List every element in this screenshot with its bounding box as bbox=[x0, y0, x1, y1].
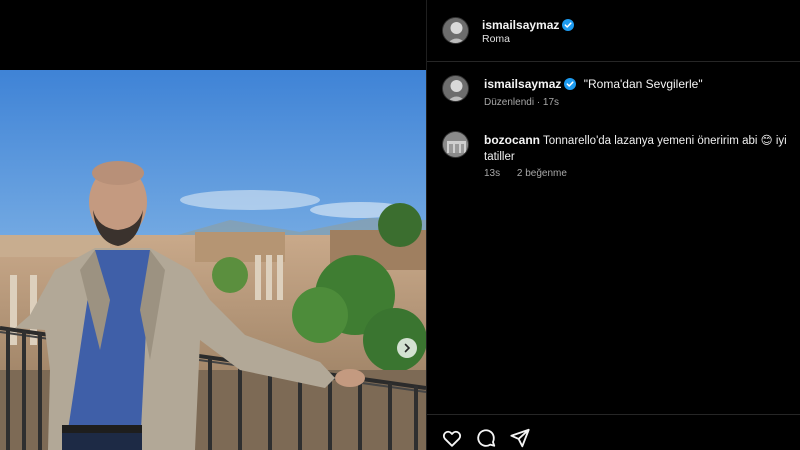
caption-meta: Düzenlendi · 17s bbox=[484, 97, 560, 108]
heart-icon[interactable] bbox=[441, 427, 463, 449]
post-location[interactable]: Roma bbox=[482, 33, 510, 45]
post-header: ismailsaymaz Roma bbox=[427, 0, 800, 62]
action-bar bbox=[427, 414, 800, 450]
author-username[interactable]: ismailsaymaz bbox=[482, 18, 559, 32]
comment-icon[interactable] bbox=[475, 427, 497, 449]
caption-text-line: ismailsaymaz "Roma'dan Sevgilerle" bbox=[484, 77, 703, 93]
comment-time: 13s bbox=[484, 168, 501, 179]
post-info-pane: ismailsaymaz Roma ismailsaymaz "Roma'dan… bbox=[427, 0, 800, 450]
share-icon[interactable] bbox=[509, 427, 531, 449]
commenter-avatar[interactable] bbox=[442, 131, 469, 158]
comment-meta: 13s 2 beğenme bbox=[484, 168, 581, 179]
commenter-username[interactable]: bozocann bbox=[484, 133, 540, 147]
media-pane bbox=[0, 0, 426, 450]
chevron-right-icon bbox=[402, 343, 412, 353]
comment-likes-link[interactable]: 2 beğenme bbox=[517, 168, 567, 179]
comment-body: Tonnarello'da lazanya yemeni öneririm ab… bbox=[543, 135, 758, 147]
caption-body: "Roma'dan Sevgilerle" bbox=[583, 77, 703, 91]
caption-avatar[interactable] bbox=[442, 75, 469, 102]
post-photo[interactable] bbox=[0, 70, 426, 450]
verified-badge-icon bbox=[562, 18, 575, 36]
next-photo-button[interactable] bbox=[397, 338, 417, 358]
photo-illustration bbox=[0, 70, 426, 450]
smiling-face-emoji: 😊 bbox=[760, 135, 773, 147]
caption-username[interactable]: ismailsaymaz bbox=[484, 77, 561, 91]
verified-badge-icon bbox=[564, 78, 577, 93]
comment-text: bozocann Tonnarello'da lazanya yemeni ön… bbox=[484, 132, 796, 165]
author-avatar[interactable] bbox=[442, 17, 469, 44]
